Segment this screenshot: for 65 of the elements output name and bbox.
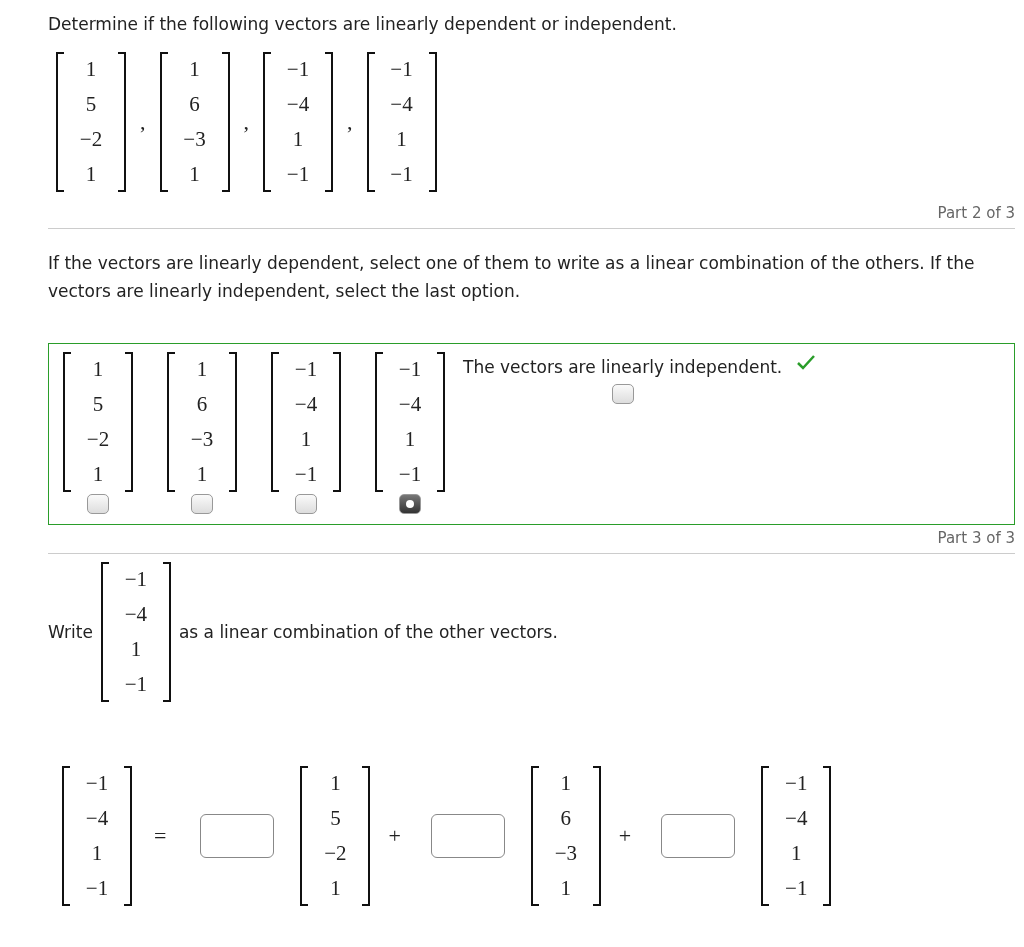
vector-entry: −1 — [124, 566, 148, 593]
comma: , — [243, 109, 249, 135]
vector-entry: −1 — [398, 461, 422, 488]
vector-entry: −1 — [124, 671, 148, 698]
vector-entry: −1 — [294, 356, 318, 383]
vector-entry: 1 — [791, 840, 802, 867]
vector-entry: 1 — [92, 461, 104, 488]
instruction-text: If the vectors are linearly dependent, select one of them to write as a linear combination of the others. If the vectors are linearly independent, select the last option. — [48, 252, 976, 303]
vector-entry: 5 — [85, 91, 97, 118]
vector-entry: 1 — [85, 161, 97, 188]
vector-entry: −4 — [124, 601, 148, 628]
vector-entry: 6 — [189, 91, 200, 118]
equals-sign: = — [154, 823, 167, 849]
comma: , — [347, 109, 353, 135]
part-label: Part 3 of 3 — [937, 529, 1015, 547]
vector-entry: 1 — [560, 875, 572, 902]
plus-sign: + — [388, 823, 401, 849]
vector-entry: −2 — [79, 126, 103, 153]
vector-entry: −4 — [294, 391, 318, 418]
vector-entry: 1 — [91, 840, 103, 867]
vector-entry: −3 — [190, 426, 214, 453]
vector-entry: 1 — [292, 126, 304, 153]
vector-entry: −2 — [324, 840, 347, 867]
vector-entry: 1 — [404, 426, 416, 453]
vector-entry: −4 — [398, 391, 422, 418]
vector-entry: −4 — [785, 805, 808, 832]
vector-entry: −1 — [398, 356, 422, 383]
vector-entry: −1 — [85, 770, 109, 797]
vector-entry: −1 — [785, 875, 808, 902]
vector-entry: 1 — [330, 770, 341, 797]
vector-entry: −3 — [554, 840, 577, 867]
vector-entry: 5 — [330, 805, 341, 832]
vector-entry: −1 — [286, 161, 310, 188]
vector-entry: −1 — [286, 56, 310, 83]
vector-entry: 6 — [196, 391, 208, 418]
vector-entry: 1 — [130, 636, 142, 663]
vector-entry: 1 — [196, 461, 208, 488]
vector-entry: −4 — [85, 805, 109, 832]
vector-entry: 1 — [85, 56, 97, 83]
vector-entry: −1 — [85, 875, 109, 902]
instruction-text: as a linear combination of the other vectors. — [178, 621, 558, 644]
part-label: Part 2 of 3 — [937, 204, 1015, 222]
vector-entry: 1 — [560, 770, 572, 797]
vector-entry: −1 — [294, 461, 318, 488]
option-label: The vectors are linearly independent. — [463, 356, 783, 379]
vector-entry: −1 — [390, 161, 413, 188]
vector-entry: 1 — [330, 875, 341, 902]
comma: , — [140, 109, 146, 135]
vector-entry: −2 — [86, 426, 110, 453]
vector-entry: 1 — [300, 426, 312, 453]
vector-entry: 1 — [189, 56, 200, 83]
vector-entry: 1 — [189, 161, 200, 188]
vector-entry: 6 — [560, 805, 572, 832]
vector-entry: 1 — [396, 126, 407, 153]
vector-entry: −1 — [390, 56, 413, 83]
question-text: Determine if the following vectors are linearly dependent or independent. — [48, 13, 678, 36]
vector-entry: −1 — [785, 770, 808, 797]
vector-entry: −3 — [183, 126, 206, 153]
write-label: Write — [48, 621, 93, 644]
vector-entry: −4 — [390, 91, 413, 118]
vector-entry: 1 — [196, 356, 208, 383]
vector-entry: −4 — [286, 91, 310, 118]
plus-sign: + — [618, 823, 632, 849]
vector-entry: 5 — [92, 391, 104, 418]
vector-entry: 1 — [92, 356, 104, 383]
